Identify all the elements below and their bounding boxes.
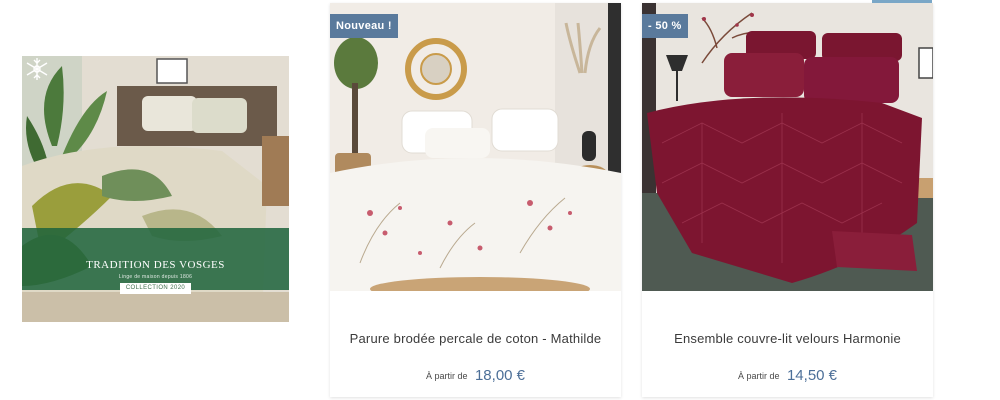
price-prefix: À partir de — [737, 370, 780, 381]
bedroom-image-harmonie — [642, 3, 933, 291]
snowflake-icon — [26, 58, 48, 80]
price-value: 18,00 € — [474, 367, 526, 385]
brand-banner[interactable]: TRADITION DES VOSGES Linge de maison dep… — [22, 56, 289, 322]
product-title[interactable]: Parure brodée percale de coton - Mathild… — [330, 331, 621, 346]
product-title[interactable]: Ensemble couvre-lit velours Harmonie — [642, 331, 933, 346]
banner-collection-label: COLLECTION 2020 — [120, 283, 191, 294]
product-image[interactable]: Nouveau ! — [330, 3, 621, 291]
product-image[interactable]: - 50 % — [642, 3, 933, 291]
product-price: À partir de 18,00 € — [330, 367, 621, 385]
new-badge: Nouveau ! — [330, 14, 398, 38]
next-card-edge — [872, 0, 932, 3]
price-value: 14,50 € — [786, 367, 838, 385]
banner-brand-name: TRADITION DES VOSGES — [86, 259, 225, 271]
bedroom-image-mathilde — [330, 3, 621, 291]
product-card[interactable]: - 50 % Ensemble couvre-lit velours Harmo… — [642, 3, 933, 397]
product-card[interactable]: Nouveau ! Parure brodée percale de coton… — [330, 3, 621, 397]
discount-badge: - 50 % — [642, 14, 688, 38]
price-prefix: À partir de — [425, 370, 468, 381]
banner-tagline: Linge de maison depuis 1806 — [118, 274, 193, 280]
product-price: À partir de 14,50 € — [642, 367, 933, 385]
